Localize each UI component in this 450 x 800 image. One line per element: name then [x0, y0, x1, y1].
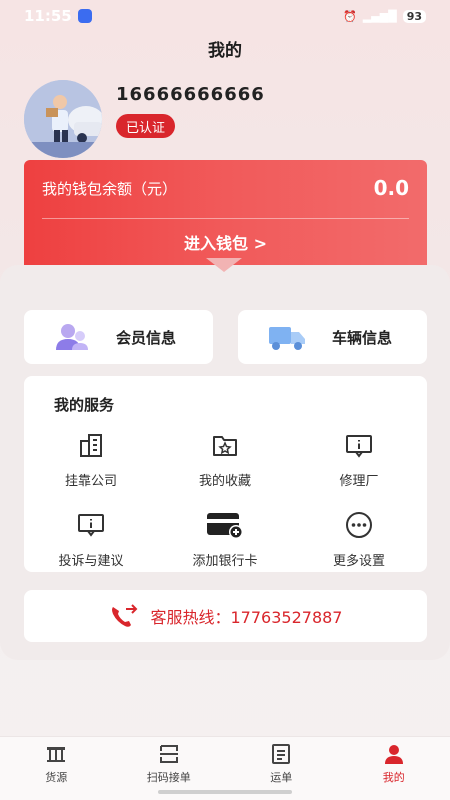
- hotline-card[interactable]: 客服热线：17763527887: [24, 590, 427, 642]
- enter-wallet-button[interactable]: 进入钱包 >: [24, 230, 427, 254]
- alarm-icon: ⏰: [343, 9, 357, 23]
- status-left: 11:55: [24, 7, 92, 25]
- building-icon: [80, 434, 102, 457]
- wallet-divider: [42, 218, 409, 219]
- service-add-bank-card[interactable]: 添加银行卡: [158, 510, 292, 569]
- user-phone: 16666666666: [116, 84, 265, 105]
- cargo-icon: [47, 747, 66, 762]
- signal-icon: ▂▄▆█: [362, 9, 397, 23]
- info-card-icon: [346, 435, 372, 458]
- tab-label: 扫码接单: [146, 771, 191, 784]
- add-card-icon: [207, 513, 243, 539]
- more-icon: [346, 512, 372, 538]
- avatar-illustration: [24, 80, 102, 158]
- scan-icon: [159, 745, 178, 763]
- verified-badge: 已认证: [116, 114, 176, 138]
- member-info-card[interactable]: 会员信息: [24, 310, 213, 364]
- wallet-balance-label: 我的钱包余额（元）: [42, 180, 178, 198]
- panel-notch: [206, 258, 242, 272]
- tab-profile[interactable]: 我的: [338, 737, 450, 800]
- hotline-text: 客服热线：17763527887: [150, 608, 343, 627]
- phone-icon: [111, 604, 137, 627]
- service-label: 修理厂: [339, 474, 379, 489]
- service-favorites[interactable]: 我的收藏: [158, 430, 292, 489]
- truck-icon: [269, 327, 305, 350]
- status-right: ⏰ ▂▄▆█ 93: [343, 9, 426, 23]
- star-folder-icon: [213, 436, 237, 456]
- service-affiliated-company[interactable]: 挂靠公司: [24, 430, 158, 489]
- tab-cargo[interactable]: 货源: [0, 737, 113, 800]
- wallet-balance-amount: 0.0: [373, 176, 409, 200]
- page-title: 我的: [208, 41, 242, 61]
- service-label: 我的收藏: [198, 474, 251, 489]
- home-indicator: [158, 790, 292, 794]
- waybill-icon: [272, 744, 291, 764]
- status-time: 11:55: [24, 7, 72, 25]
- vehicle-info-card[interactable]: 车辆信息: [238, 310, 427, 364]
- member-icon: [56, 324, 88, 350]
- services-title: 我的服务: [54, 396, 115, 414]
- tab-label: 货源: [45, 771, 68, 784]
- tab-label: 运单: [270, 771, 293, 784]
- services-card: 我的服务 挂靠公司 我的收藏 修理厂 投诉与建议 添加银行卡 更多设置: [24, 376, 427, 572]
- battery-indicator: 93: [402, 9, 426, 23]
- service-repair-shop[interactable]: 修理厂: [292, 430, 426, 489]
- status-bar: 11:55 ⏰ ▂▄▆█ 93: [0, 0, 450, 32]
- service-feedback[interactable]: 投诉与建议: [24, 510, 158, 569]
- vehicle-info-label: 车辆信息: [332, 328, 393, 347]
- profile-icon: [384, 745, 403, 764]
- service-label: 添加银行卡: [192, 554, 258, 569]
- service-more-settings[interactable]: 更多设置: [292, 510, 426, 569]
- tab-label: 我的: [382, 771, 405, 784]
- member-info-label: 会员信息: [116, 328, 177, 347]
- voice-icon: [77, 9, 92, 23]
- service-label: 挂靠公司: [64, 474, 117, 489]
- avatar[interactable]: [24, 80, 102, 158]
- service-label: 投诉与建议: [58, 554, 124, 569]
- feedback-icon: [78, 514, 104, 537]
- service-label: 更多设置: [332, 554, 385, 569]
